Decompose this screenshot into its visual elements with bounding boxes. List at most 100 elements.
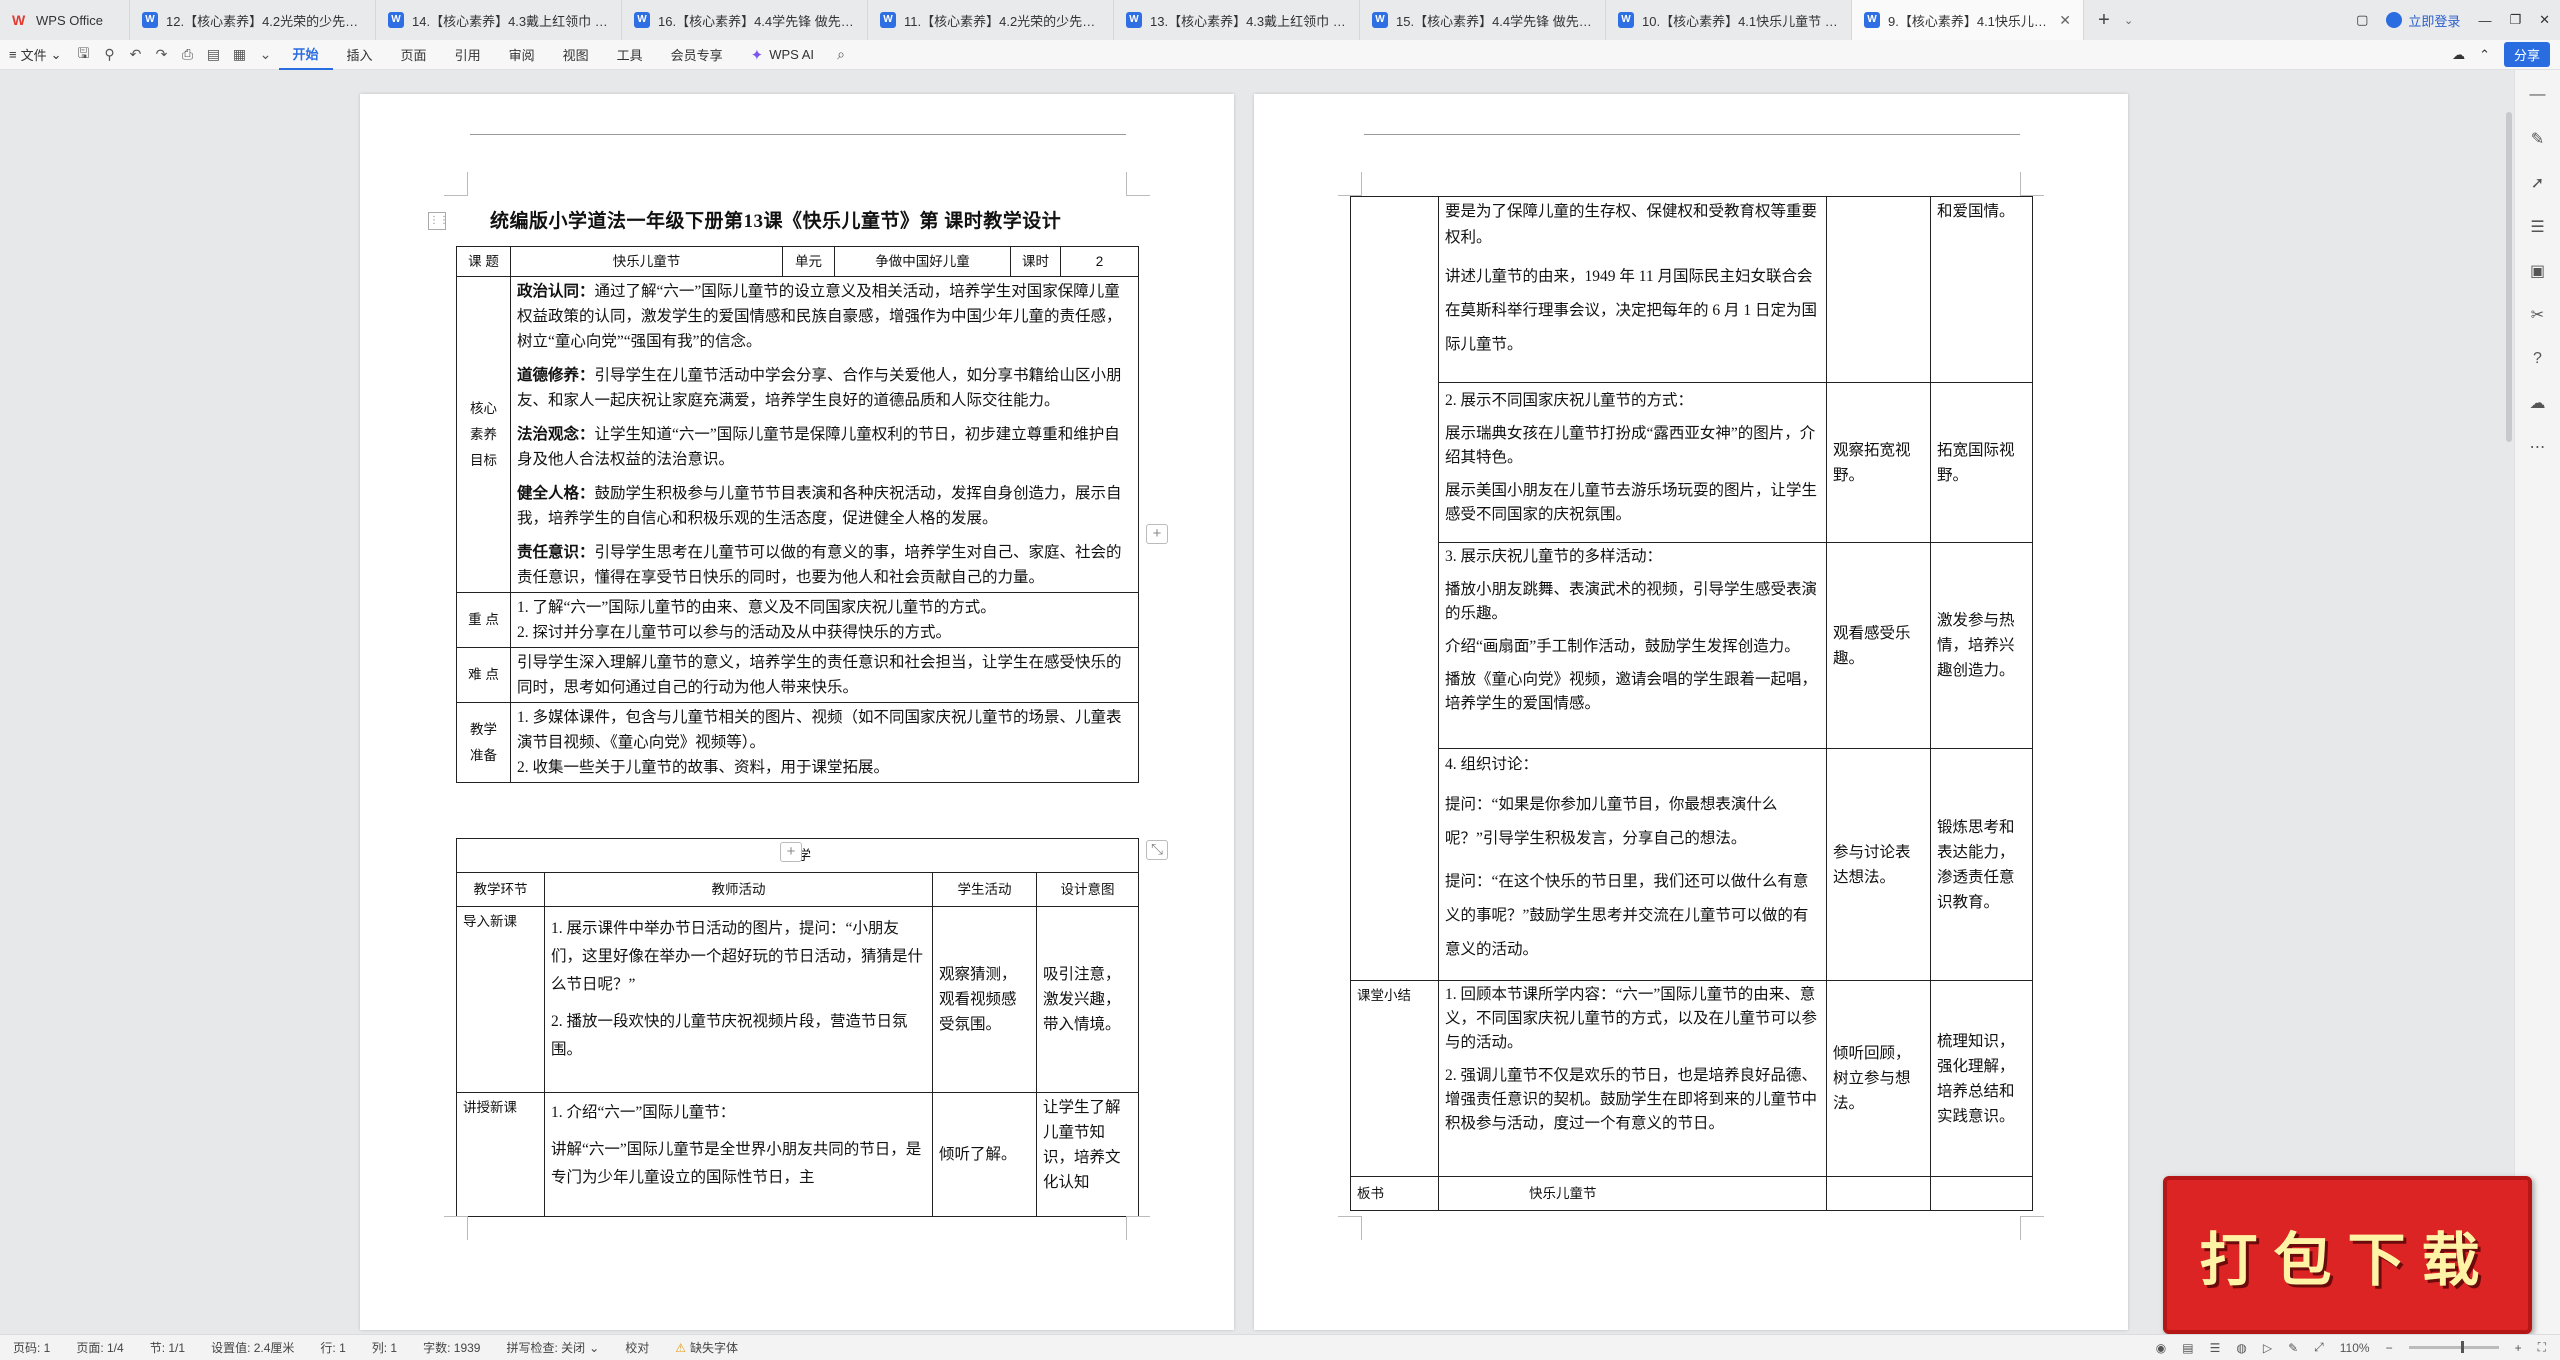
board-cell[interactable]: 快乐儿童节: [1438, 1176, 1827, 1211]
topic-value[interactable]: 快乐儿童节: [510, 246, 783, 277]
document-tab[interactable]: W 15.【核心素养】4.4学先锋 做先锋 第: [1360, 0, 1606, 40]
status-spell-check[interactable]: 拼写检查: 关闭 ⌄: [493, 1339, 612, 1356]
close-tab-icon[interactable]: ✕: [2051, 12, 2071, 29]
undo-icon[interactable]: ↶: [123, 40, 149, 70]
student-activity-cell[interactable]: 观察猜测，观看视频感受氛围。: [932, 906, 1037, 1093]
student-activity-cell[interactable]: 观看感受乐趣。: [1826, 542, 1931, 749]
collapse-ribbon-icon[interactable]: ⌃: [2479, 47, 2490, 63]
teacher-activity-cell[interactable]: 3. 展示庆祝儿童节的多样活动： 播放小朋友跳舞、表演武术的视频，引导学生感受表…: [1438, 542, 1827, 749]
pen-icon[interactable]: ✎: [2527, 128, 2549, 150]
unit-value[interactable]: 争做中国好儿童: [834, 246, 1011, 277]
intent-cell[interactable]: 拓宽国际视野。: [1930, 382, 2033, 543]
board-intent-cell[interactable]: [1930, 1176, 2033, 1211]
document-tab[interactable]: W 11.【核心素养】4.2光荣的少先队 第: [868, 0, 1114, 40]
teacher-activity-cell[interactable]: 2. 展示不同国家庆祝儿童节的方式： 展示瑞典女孩在儿童节打扮成“露西亚女神”的…: [1438, 382, 1827, 543]
tools-icon[interactable]: ✂: [2527, 304, 2549, 326]
zoom-in-icon[interactable]: +: [2515, 1341, 2522, 1355]
board-student-cell[interactable]: [1826, 1176, 1931, 1211]
student-activity-cell[interactable]: 倾听了解。: [932, 1092, 1037, 1217]
outline-view-icon[interactable]: ☰: [2210, 1341, 2221, 1355]
intent-cell[interactable]: 让学生了解儿童节知识，培养文化认知: [1036, 1092, 1139, 1217]
play-icon[interactable]: ▷: [2263, 1341, 2272, 1355]
annotate-icon[interactable]: ✎: [2288, 1341, 2298, 1355]
minimize-icon[interactable]: —: [2478, 13, 2491, 28]
intent-cell[interactable]: 激发参与热情，培养兴趣创造力。: [1930, 542, 2033, 749]
redo-icon[interactable]: ↷: [149, 40, 175, 70]
print-icon[interactable]: ⎙: [175, 40, 201, 70]
add-column-plus-icon[interactable]: +: [780, 842, 802, 862]
board-label[interactable]: 板书: [1350, 1176, 1439, 1211]
status-proofread[interactable]: 校对: [612, 1339, 662, 1356]
tab-list-chevron-icon[interactable]: ⌄: [2124, 0, 2146, 40]
menu-page[interactable]: 页面: [387, 40, 441, 70]
status-missing-font[interactable]: ⚠ 缺失字体: [662, 1339, 751, 1356]
download-package-banner[interactable]: 打包下载: [2163, 1176, 2532, 1334]
table-move-handle-icon[interactable]: ⋮⋮: [428, 212, 449, 230]
status-words[interactable]: 字数: 1939: [410, 1339, 493, 1356]
summary-label[interactable]: 课堂小结: [1350, 980, 1439, 1177]
select-arrow-icon[interactable]: ➚: [2527, 172, 2549, 194]
document-tab-active[interactable]: W 9.【核心素养】4.1快乐儿童节 ✕: [1852, 0, 2084, 40]
cloud-icon[interactable]: ☁: [2527, 392, 2549, 414]
document-tab[interactable]: W 14.【核心素养】4.3戴上红领巾 第2课: [376, 0, 622, 40]
status-setting[interactable]: 设置值: 2.4厘米: [198, 1339, 307, 1356]
search-icon[interactable]: ⌕: [828, 40, 854, 70]
document-tab[interactable]: W 16.【核心素养】4.4学先锋 做先锋 第: [622, 0, 868, 40]
intent-cell[interactable]: 吸引注意，激发兴趣，带入情境。: [1036, 906, 1139, 1093]
save-icon[interactable]: 🖫: [71, 40, 97, 70]
export-pdf-icon[interactable]: ▤: [201, 40, 227, 70]
summary-student-cell[interactable]: 倾听回顾，树立参与想法。: [1826, 980, 1931, 1177]
cloud-sync-icon[interactable]: ☁: [2452, 47, 2465, 63]
web-view-icon[interactable]: ◍: [2236, 1341, 2246, 1355]
page-view-icon[interactable]: ▤: [2182, 1341, 2193, 1355]
menu-references[interactable]: 引用: [441, 40, 495, 70]
stage-cell[interactable]: 讲授新课: [456, 1092, 545, 1217]
new-tab-icon[interactable]: +: [2084, 0, 2124, 40]
zoom-out-icon[interactable]: −: [2386, 1341, 2393, 1355]
help-icon[interactable]: ?: [2527, 348, 2549, 370]
teacher-activity-cell[interactable]: 1. 展示课件中举办节日活动的图片，提问：“小朋友们，这里好像在举办一个超好玩的…: [544, 906, 933, 1093]
prep-cell[interactable]: 1. 多媒体课件，包含与儿童节相关的图片、视频（如不同国家庆祝儿童节的场景、儿童…: [510, 702, 1139, 783]
difficulty-cell[interactable]: 引导学生深入理解儿童节的意义，培养学生的责任意识和社会担当，让学生在感受快乐的同…: [510, 647, 1139, 703]
student-activity-cell[interactable]: 观察拓宽视野。: [1826, 382, 1931, 543]
zoom-slider[interactable]: [2408, 1341, 2499, 1353]
menu-review[interactable]: 审阅: [495, 40, 549, 70]
fit-page-icon[interactable]: ⤢: [2314, 1340, 2324, 1355]
key-points-cell[interactable]: 1. 了解“六一”国际儿童节的由来、意义及不同国家庆祝儿童节的方式。 2. 探讨…: [510, 592, 1139, 648]
status-row[interactable]: 行: 1: [307, 1339, 358, 1356]
restore-icon[interactable]: ❐: [2509, 12, 2521, 28]
status-col[interactable]: 列: 1: [359, 1339, 410, 1356]
hamburger-menu[interactable]: ≡ 文件 ⌄: [0, 40, 71, 70]
menu-member[interactable]: 会员专享: [657, 40, 737, 70]
eye-protection-icon[interactable]: ◉: [2156, 1341, 2166, 1355]
status-section[interactable]: 节: 1/1: [137, 1339, 198, 1356]
teacher-activity-cell[interactable]: 4. 组织讨论： 提问：“如果是你参加儿童节目，你最想表演什么呢？”引导学生积极…: [1438, 748, 1827, 981]
student-activity-cell[interactable]: [1826, 196, 1931, 383]
goals-cell[interactable]: 政治认同：通过了解“六一”国际儿童节的设立意义及相关活动，培养学生对国家保障儿童…: [510, 276, 1139, 593]
format-painter-icon[interactable]: ▦: [227, 40, 253, 70]
document-tab[interactable]: W 12.【核心素养】4.2光荣的少先队 第: [130, 0, 376, 40]
login-button[interactable]: 立即登录: [2386, 11, 2460, 30]
add-row-plus-icon[interactable]: +: [1146, 524, 1168, 544]
document-tab[interactable]: W 10.【核心素养】4.1快乐儿童节 第2课: [1606, 0, 1852, 40]
wps-ai-button[interactable]: ✦ WPS AI: [737, 46, 828, 64]
status-pages[interactable]: 页面: 1/4: [63, 1339, 136, 1356]
summary-intent-cell[interactable]: 梳理知识，强化理解，培养总结和实践意识。: [1930, 980, 2033, 1177]
more-chevron-icon[interactable]: ⌄: [253, 40, 279, 70]
teacher-activity-cell[interactable]: 1. 介绍“六一”国际儿童节： 讲解“六一”国际儿童节是全世界小朋友共同的节日，…: [544, 1092, 933, 1217]
table-resize-icon[interactable]: ⤡: [1146, 840, 1168, 860]
teacher-activity-cell[interactable]: 要是为了保障儿童的生存权、保健权和受教育权等重要权利。 讲述儿童节的由来，194…: [1438, 196, 1827, 383]
window-layout-icon[interactable]: ▢: [2356, 12, 2368, 28]
student-activity-cell[interactable]: 参与讨论表达想法。: [1826, 748, 1931, 981]
document-tab[interactable]: W 13.【核心素养】4.3戴上红领巾 第1课: [1114, 0, 1360, 40]
stage-cell[interactable]: 导入新课: [456, 906, 545, 1093]
close-window-icon[interactable]: ✕: [2539, 12, 2550, 28]
menu-view[interactable]: 视图: [549, 40, 603, 70]
tab-wps-home[interactable]: W WPS Office: [0, 0, 130, 40]
image-tool-icon[interactable]: ▣: [2527, 260, 2549, 282]
document-title[interactable]: 统编版小学道法一年级下册第13课《快乐儿童节》第 课时教学设计: [490, 206, 1061, 233]
menu-insert[interactable]: 插入: [333, 40, 387, 70]
status-page-number[interactable]: 页码: 1: [0, 1339, 63, 1356]
zoom-slider-thumb[interactable]: [2460, 1341, 2464, 1353]
collapse-sidebar-icon[interactable]: —: [2527, 84, 2549, 106]
